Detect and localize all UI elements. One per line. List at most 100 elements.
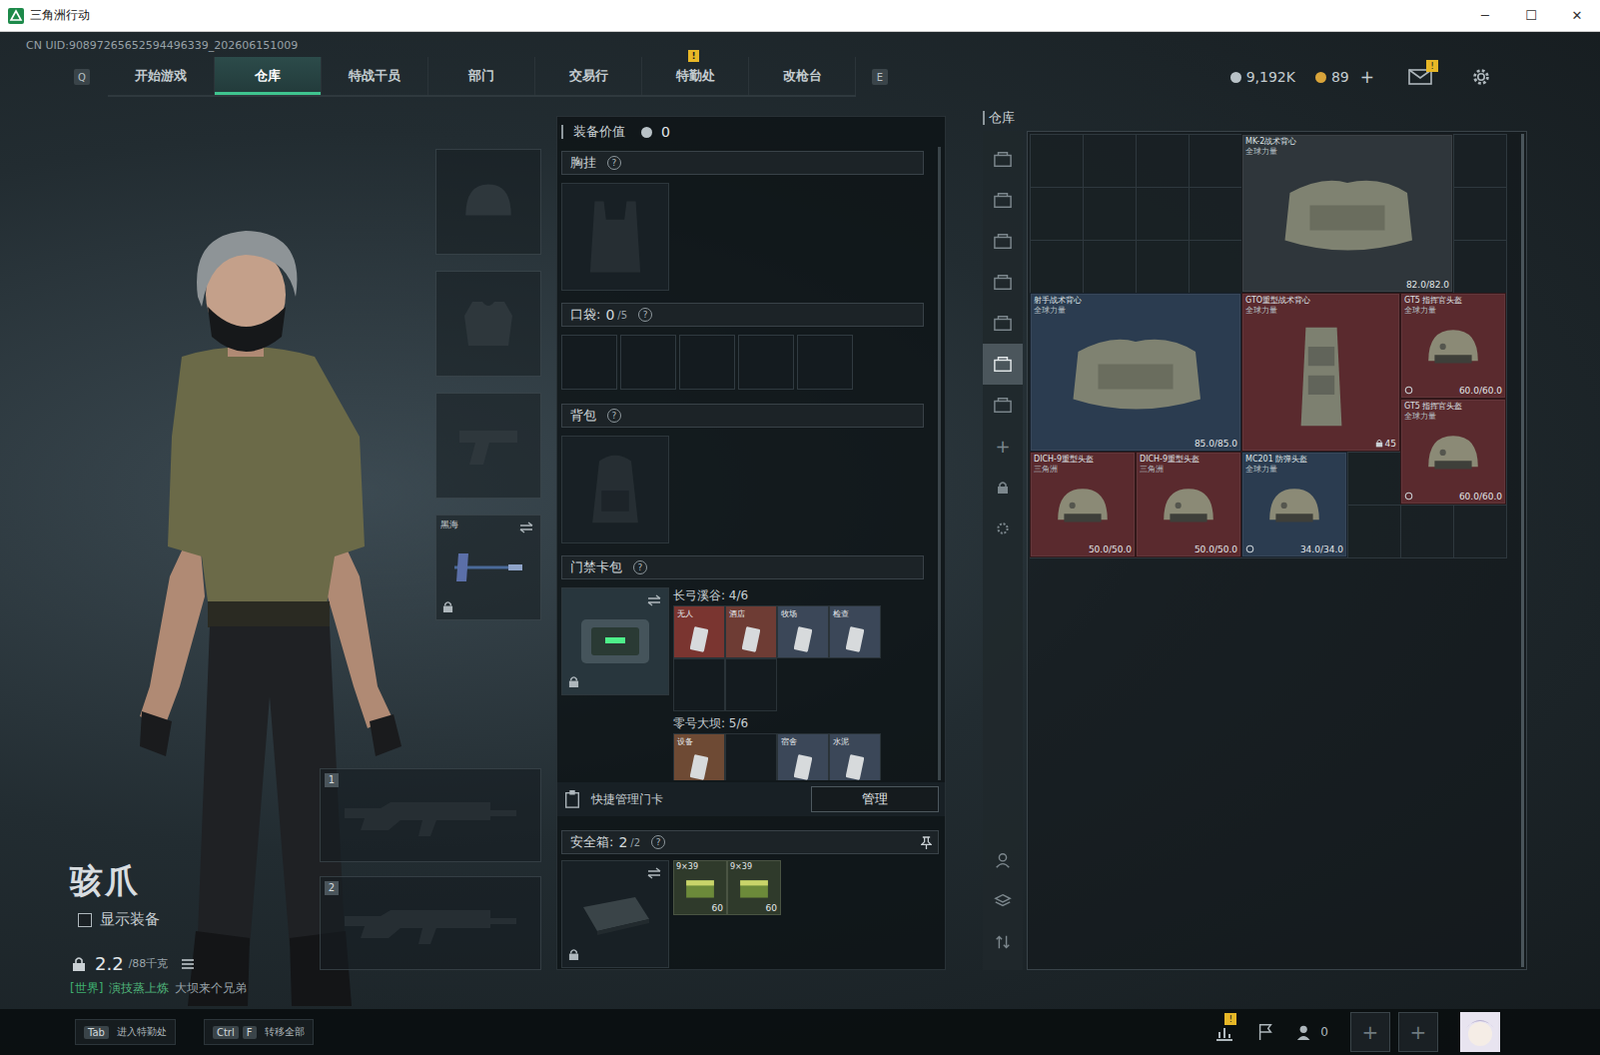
window-control[interactable]: ☐ xyxy=(1508,7,1555,23)
keycard-slot[interactable]: 无人 xyxy=(673,605,726,659)
warehouse-tab[interactable] xyxy=(982,466,1023,508)
warehouse-item[interactable]: GT5 指挥官头盔 全球力量 60.0/60.0 xyxy=(1400,292,1507,399)
party-slot[interactable]: + xyxy=(1398,1011,1439,1052)
main-tab[interactable]: 特战干员 xyxy=(321,56,429,95)
pocket-slot[interactable] xyxy=(738,334,795,390)
keycard[interactable]: 设备 xyxy=(674,734,725,781)
pocket-slot[interactable] xyxy=(561,334,618,390)
weapon-slot[interactable]: 2 xyxy=(319,875,542,970)
keycard-slot[interactable]: 宿舍 xyxy=(777,733,829,781)
list-icon[interactable] xyxy=(180,957,195,970)
main-tab[interactable]: 交易行 xyxy=(535,56,643,95)
section-header: 门禁卡包? xyxy=(561,555,924,580)
warehouse-tool[interactable] xyxy=(982,838,1023,880)
main-tab[interactable]: 部门 xyxy=(428,56,536,95)
keycard-slot[interactable]: 设备 xyxy=(673,733,726,781)
add-currency-button[interactable]: + xyxy=(1360,66,1375,87)
keycard-slot[interactable]: 酒店 xyxy=(725,605,778,659)
next-tab-key[interactable]: E xyxy=(871,68,888,85)
warehouse-tool[interactable] xyxy=(982,920,1023,962)
warehouse-tab[interactable] xyxy=(982,138,1023,180)
warehouse-tab[interactable] xyxy=(982,302,1023,344)
main-tab[interactable]: 改枪台 xyxy=(749,56,856,95)
main-tab[interactable]: ! 特勤处 xyxy=(642,56,750,95)
storage-tab-icon xyxy=(991,273,1014,292)
checkbox[interactable] xyxy=(77,912,92,927)
keycard[interactable]: 酒店 xyxy=(726,606,777,658)
warehouse-grid: MK-2战术背心 全球力量 82.0/82.0射手战术背心 全球力量 85.0/… xyxy=(1029,133,1508,559)
keycard[interactable]: 无人 xyxy=(674,606,725,658)
safe-box-slot[interactable] xyxy=(561,859,670,968)
keycard[interactable]: 检查 xyxy=(829,606,880,658)
warehouse-item[interactable]: DICH-9重型头盔 三角洲 50.0/50.0 xyxy=(1029,451,1136,558)
keycard[interactable]: 牧场 xyxy=(778,606,828,658)
player-avatar[interactable] xyxy=(1460,1011,1501,1052)
main-tab[interactable]: 开始游戏 xyxy=(107,56,215,95)
pocket-slot[interactable] xyxy=(797,334,853,390)
keycard-bag-slot[interactable] xyxy=(561,587,670,696)
backpack-slot[interactable] xyxy=(561,435,670,544)
manage-button[interactable]: 管理 xyxy=(810,786,939,812)
warehouse-tab[interactable] xyxy=(982,384,1023,426)
keycard[interactable]: 宿舍 xyxy=(778,734,828,781)
keycard-slot[interactable] xyxy=(725,658,778,712)
gear-slot[interactable] xyxy=(435,392,542,499)
warehouse-tab[interactable] xyxy=(982,343,1023,385)
warehouse-tab[interactable] xyxy=(982,220,1023,262)
keycard-icon xyxy=(794,625,812,654)
chest-rig-slot[interactable] xyxy=(561,182,670,291)
warehouse-tab[interactable] xyxy=(982,261,1023,303)
pocket-slot[interactable] xyxy=(620,334,677,390)
gear-slot[interactable]: 黑海 xyxy=(435,514,542,621)
swap-icon[interactable] xyxy=(518,521,535,534)
gear-slot[interactable] xyxy=(435,270,542,377)
show-equipment-toggle[interactable]: 显示装备 xyxy=(77,909,247,929)
shortcut-action[interactable]: CtrlF 转移全部 xyxy=(203,1018,314,1045)
world-chat[interactable]: [世界] 演技蒸上炼 大坝来个兄弟 xyxy=(69,979,247,997)
keycard-slot[interactable] xyxy=(725,733,778,781)
warehouse-tab[interactable] xyxy=(982,507,1023,549)
content-area: 黑海 骇爪 显示装备 2.2/88千克 [世界] 演技蒸上炼 大坝来个兄弟 1 … xyxy=(0,98,1600,1009)
ammo-item[interactable]: 9×39 60 xyxy=(727,859,782,915)
main-tab[interactable]: 仓库 xyxy=(214,56,322,95)
weapon-slot[interactable]: 1 xyxy=(319,768,542,862)
settings-gear-icon[interactable] xyxy=(1470,65,1493,88)
keycard-case-icon xyxy=(575,611,656,672)
warehouse-item[interactable]: GTO重型战术背心 全球力量 45 xyxy=(1241,292,1401,452)
warehouse-item[interactable]: 射手战术背心 全球力量 85.0/85.0 xyxy=(1029,292,1242,452)
coin-icon xyxy=(1230,71,1242,83)
window-control[interactable]: ✕ xyxy=(1554,7,1600,23)
pin-icon[interactable] xyxy=(920,835,932,849)
swap-icon[interactable] xyxy=(646,866,663,879)
warehouse-screen: CN UID:90897265652594496339_202606151009… xyxy=(0,31,1600,1055)
swap-icon[interactable] xyxy=(646,594,663,607)
prev-tab-key[interactable]: Q xyxy=(73,68,90,85)
gear-slot[interactable] xyxy=(435,148,542,255)
window-control[interactable]: ─ xyxy=(1462,7,1509,23)
warehouse-item[interactable]: GT5 指挥官头盔 全球力量 60.0/60.0 xyxy=(1400,398,1507,505)
mail-button[interactable]: ! xyxy=(1408,67,1433,86)
warehouse-item[interactable]: MK-2战术背心 全球力量 82.0/82.0 xyxy=(1241,133,1454,293)
party-slot[interactable]: + xyxy=(1350,1011,1391,1052)
warehouse-tool[interactable] xyxy=(982,879,1023,921)
keycard[interactable]: 水泥 xyxy=(829,734,880,781)
stats-button[interactable]: ! xyxy=(1214,1022,1235,1041)
friends-button[interactable]: 0 xyxy=(1296,1022,1329,1041)
ammo-box-icon xyxy=(682,874,719,901)
warehouse-item[interactable]: DICH-9重型头盔 三角洲 50.0/50.0 xyxy=(1135,451,1242,558)
safe-case-icon xyxy=(575,888,656,939)
flag-button[interactable] xyxy=(1256,1022,1275,1041)
keycard-slot[interactable] xyxy=(673,658,726,712)
keycard-slot[interactable]: 检查 xyxy=(828,605,881,659)
warehouse-item[interactable]: MC201 防弹头盔 全球力量 34.0/34.0 xyxy=(1241,451,1348,558)
shortcut-action[interactable]: Tab 进入特勤处 xyxy=(74,1018,176,1045)
warehouse-tab[interactable] xyxy=(982,179,1023,221)
mail-badge: ! xyxy=(1426,59,1439,72)
keycard-slot[interactable]: 牧场 xyxy=(777,605,829,659)
keycard-slot[interactable]: 水泥 xyxy=(828,733,881,781)
section-header: 口袋:0/5? xyxy=(561,302,924,327)
warehouse-scrollbar[interactable] xyxy=(1521,133,1525,967)
ammo-item[interactable]: 9×39 60 xyxy=(673,859,728,915)
pocket-slot[interactable] xyxy=(679,334,736,390)
warehouse-tab[interactable]: + xyxy=(982,425,1023,467)
